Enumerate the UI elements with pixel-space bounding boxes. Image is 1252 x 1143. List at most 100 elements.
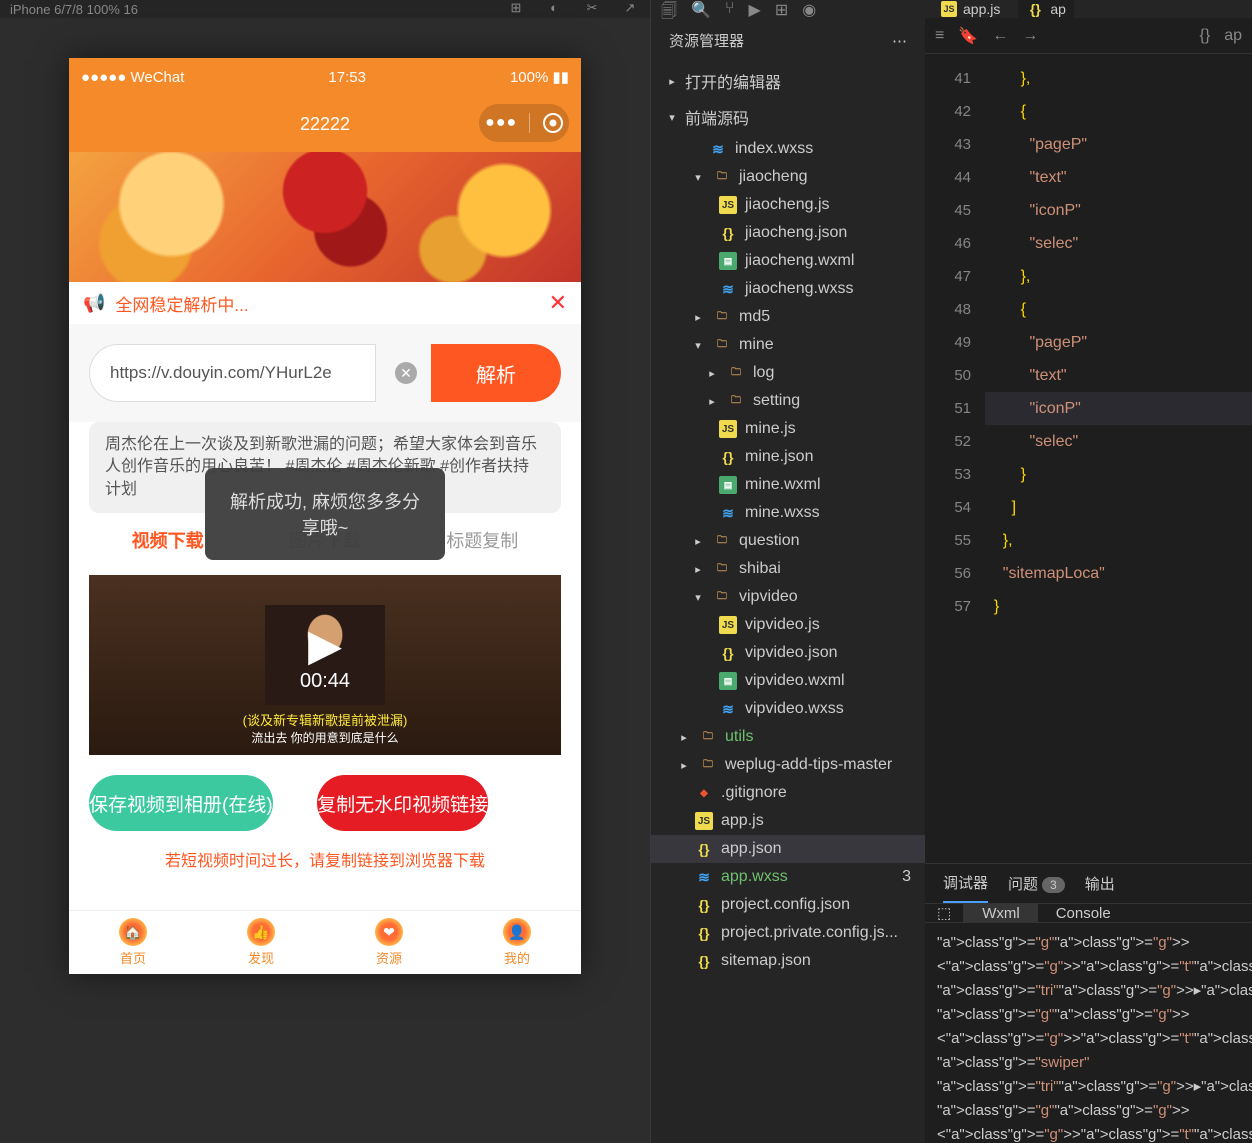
subtab-wxml[interactable]: Wxml <box>964 904 1038 922</box>
tabbar: 🏠首页 👍发现 ❤资源 👤我的 <box>69 910 581 974</box>
file-app.js[interactable]: JSapp.js <box>651 807 925 835</box>
file-log[interactable]: ▸🗀log <box>651 359 925 387</box>
file-mine.wxml[interactable]: ▤mine.wxml <box>651 471 925 499</box>
tab-video-download[interactable]: 视频下载 <box>132 527 204 553</box>
account-icon[interactable]: ◉ <box>802 0 816 18</box>
bookmark-icon[interactable]: 🔖 <box>958 26 978 46</box>
file-app.wxss[interactable]: ≋app.wxss3 <box>651 863 925 891</box>
file-setting[interactable]: ▸🗀setting <box>651 387 925 415</box>
json-icon: {} <box>719 224 737 242</box>
thumbsup-icon: 👍 <box>247 918 275 946</box>
js-icon: JS <box>719 196 737 214</box>
editor-tab-appjs[interactable]: JSapp.js <box>933 1 1008 17</box>
explorer-icon[interactable]: 🗐 <box>661 0 677 18</box>
toolbar-icon[interactable]: ◐ <box>544 0 564 16</box>
wxss-icon: ≋ <box>709 140 727 158</box>
file-mine.json[interactable]: {}mine.json <box>651 443 925 471</box>
back-icon[interactable]: ← <box>992 27 1008 45</box>
debug-icon[interactable]: ▶ <box>749 0 761 18</box>
file-vipvideo[interactable]: ▾🗀vipvideo <box>651 583 925 611</box>
file-utils[interactable]: ▸🗀utils <box>651 723 925 751</box>
file-question[interactable]: ▸🗀question <box>651 527 925 555</box>
folder-icon: 🗀 <box>713 560 731 578</box>
save-video-button[interactable]: 保存视频到相册(在线) <box>89 775 273 831</box>
toolbar-icon[interactable]: ↗ <box>620 0 640 16</box>
url-input[interactable] <box>89 344 376 402</box>
app-title-bar: 22222 ●●● <box>69 96 581 152</box>
js-icon: JS <box>719 420 737 438</box>
file-sitemap.json[interactable]: {}sitemap.json <box>651 947 925 975</box>
sidebar-tabs: 🗐 🔍 ⑂ ▶ ⊞ ◉ <box>651 0 925 18</box>
close-icon[interactable] <box>543 113 563 133</box>
inspect-icon[interactable]: ⬚ <box>925 904 964 922</box>
file-tree[interactable]: ▸打开的编辑器 ▾前端源码 ≋index.wxss▾🗀jiaochengJSji… <box>651 63 925 1143</box>
file-vipvideo.wxss[interactable]: ≋vipvideo.wxss <box>651 695 925 723</box>
tabbar-home[interactable]: 🏠首页 <box>69 911 197 974</box>
file-project.private.config.js...[interactable]: {}project.private.config.js... <box>651 919 925 947</box>
file-vipvideo.json[interactable]: {}vipvideo.json <box>651 639 925 667</box>
explorer-title: 资源管理器 <box>669 30 744 51</box>
toast-message: 解析成功, 麻烦您多多分享哦~ <box>205 468 445 560</box>
folder-icon: 🗀 <box>727 392 745 410</box>
miniprogram-capsule[interactable]: ●●● <box>479 104 569 142</box>
folder-icon: 🗀 <box>699 756 717 774</box>
banner-swiper[interactable] <box>69 152 581 282</box>
forward-icon[interactable]: → <box>1022 27 1038 45</box>
file-jiaocheng[interactable]: ▾🗀jiaocheng <box>651 163 925 191</box>
notice-bar: 📢 全网稳定解析中... ✕ <box>69 282 581 324</box>
section-source[interactable]: ▾前端源码 <box>651 99 925 135</box>
folder-icon: 🗀 <box>713 336 731 354</box>
file-vipvideo.wxml[interactable]: ▤vipvideo.wxml <box>651 667 925 695</box>
more-icon[interactable]: ⋯ <box>892 32 907 50</box>
tab-debugger[interactable]: 调试器 <box>943 864 988 903</box>
wxss-icon: ≋ <box>719 700 737 718</box>
extensions-icon[interactable]: ⊞ <box>775 0 788 18</box>
file-mine.js[interactable]: JSmine.js <box>651 415 925 443</box>
section-open-editors[interactable]: ▸打开的编辑器 <box>651 63 925 99</box>
tab-problems[interactable]: 问题3 <box>1008 865 1065 902</box>
json-icon: {} <box>1026 0 1044 18</box>
file-app.json[interactable]: {}app.json <box>651 835 925 863</box>
device-selector[interactable]: iPhone 6/7/8 100% 16 <box>10 2 138 17</box>
file-project.config.json[interactable]: {}project.config.json <box>651 891 925 919</box>
tabbar-mine[interactable]: 👤我的 <box>453 911 581 974</box>
file-jiaocheng.wxml[interactable]: ▤jiaocheng.wxml <box>651 247 925 275</box>
list-icon[interactable]: ≡ <box>935 27 944 45</box>
play-icon[interactable]: ▶ <box>308 620 342 671</box>
clear-icon[interactable]: ✕ <box>395 362 417 384</box>
wxml-inspector[interactable]: "a">class"g">="g""a">class"g">="g">><"a"… <box>925 923 1252 1143</box>
file-shibai[interactable]: ▸🗀shibai <box>651 555 925 583</box>
tabbar-resource[interactable]: ❤资源 <box>325 911 453 974</box>
git-icon[interactable]: ⑂ <box>725 0 735 18</box>
subtab-console[interactable]: Console <box>1038 904 1129 922</box>
menu-icon[interactable]: ●●● <box>485 114 517 132</box>
file-.gitignore[interactable]: ◆.gitignore <box>651 779 925 807</box>
close-icon[interactable]: ✕ <box>549 290 567 316</box>
parse-button[interactable]: 解析 <box>431 344 561 402</box>
editor-tab-active[interactable]: {}ap <box>1018 0 1074 18</box>
user-icon: 👤 <box>503 918 531 946</box>
file-mine[interactable]: ▾🗀mine <box>651 331 925 359</box>
file-vipvideo.js[interactable]: JSvipvideo.js <box>651 611 925 639</box>
file-jiaocheng.js[interactable]: JSjiaocheng.js <box>651 191 925 219</box>
tab-output[interactable]: 输出 <box>1085 865 1115 902</box>
code-editor[interactable]: 4142434445464748495051525354555657 }, { … <box>925 54 1252 863</box>
video-player[interactable]: (谈及新专辑新歌提前被泄漏) 流出去 你的用意到底是什么 ▶ 00:44 <box>89 575 561 755</box>
url-input-section: ✕ 解析 <box>69 324 581 422</box>
tab-title-copy[interactable]: 标题复制 <box>446 527 518 553</box>
toolbar-icon[interactable]: ⊞ <box>506 0 526 16</box>
toolbar-icon[interactable]: ✂ <box>582 0 602 16</box>
file-jiaocheng.wxss[interactable]: ≋jiaocheng.wxss <box>651 275 925 303</box>
file-jiaocheng.json[interactable]: {}jiaocheng.json <box>651 219 925 247</box>
file-index.wxss[interactable]: ≋index.wxss <box>651 135 925 163</box>
file-mine.wxss[interactable]: ≋mine.wxss <box>651 499 925 527</box>
json-icon: {} <box>719 448 737 466</box>
folder-icon: 🗀 <box>727 364 745 382</box>
file-md5[interactable]: ▸🗀md5 <box>651 303 925 331</box>
file-weplug-add-tips-master[interactable]: ▸🗀weplug-add-tips-master <box>651 751 925 779</box>
search-icon[interactable]: 🔍 <box>691 0 711 18</box>
tabbar-discover[interactable]: 👍发现 <box>197 911 325 974</box>
simulator-panel: iPhone 6/7/8 100% 16 ⊞ ◐ ✂ ↗ ●●●●● WeCha… <box>0 0 650 1143</box>
json-icon: {} <box>695 840 713 858</box>
copy-link-button[interactable]: 复制无水印视频链接 <box>317 775 488 831</box>
